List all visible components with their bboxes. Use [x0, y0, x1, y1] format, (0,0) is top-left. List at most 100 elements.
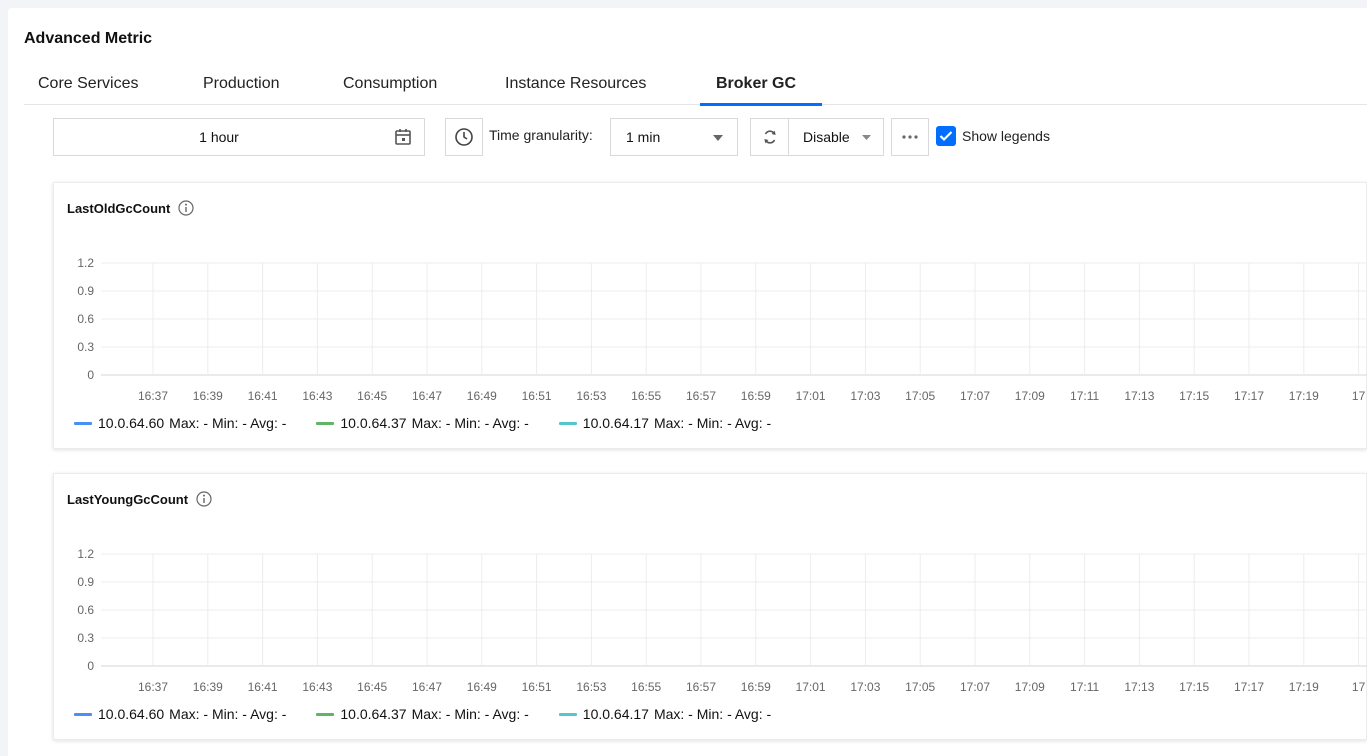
legend-swatch	[74, 712, 92, 716]
x-tick-label: 16:59	[741, 680, 771, 694]
time-granularity-toggle[interactable]	[445, 118, 483, 156]
x-tick-label: 16:51	[522, 680, 552, 694]
x-tick-label: 17:03	[850, 389, 880, 403]
show-legends-label[interactable]: Show legends	[962, 128, 1050, 144]
legend-item[interactable]: 10.0.64.17 Max: - Min: - Avg: -	[558, 706, 772, 722]
x-tick-label: 17:19	[1289, 680, 1319, 694]
legend-swatch	[558, 421, 577, 425]
x-tick-label: 16:49	[467, 680, 497, 694]
x-tick-label: 17	[1352, 680, 1366, 694]
x-tick-label: 17:11	[1070, 389, 1099, 403]
y-tick-label: 0.9	[77, 575, 94, 589]
x-tick-label: 16:55	[631, 389, 661, 403]
tab-production[interactable]: Production	[203, 75, 280, 93]
x-tick-label: 17:05	[905, 389, 935, 403]
chart-card-last-old-gc-count: LastOldGcCount 0 0.3 0.6 0.9 1.2 16:37 16:39 16…	[53, 182, 1367, 449]
more-horizontal-icon	[901, 135, 919, 139]
tab-instance-resources[interactable]: Instance Resources	[505, 75, 646, 93]
tab-core-services[interactable]: Core Services	[38, 75, 138, 93]
legend-series-stats: Max: - Min: - Avg: -	[169, 706, 287, 722]
x-tick-label: 16:53	[576, 680, 606, 694]
x-tick-label: 16:53	[576, 389, 606, 403]
x-tick-label: 16:51	[522, 389, 552, 403]
x-tick-label: 17	[1352, 389, 1366, 403]
legend-series-stats: Max: - Min: - Avg: -	[169, 415, 287, 431]
time-range-picker[interactable]: 1 hour	[53, 118, 425, 156]
time-granularity-select[interactable]: 1 min	[610, 118, 738, 156]
legend-series-stats: Max: - Min: - Avg: -	[411, 706, 529, 722]
legend-series-name: 10.0.64.17	[582, 415, 649, 431]
calendar-icon	[394, 128, 412, 146]
x-tick-label: 17:13	[1124, 389, 1154, 403]
x-tick-label: 16:39	[193, 680, 223, 694]
auto-refresh-control[interactable]: Disable	[750, 118, 884, 156]
legend-swatch	[74, 421, 92, 425]
legend-item[interactable]: 10.0.64.17 Max: - Min: - Avg: -	[558, 415, 772, 431]
tab-consumption[interactable]: Consumption	[343, 75, 437, 93]
x-tick-label: 16:49	[467, 389, 497, 403]
x-tick-label: 16:37	[138, 680, 168, 694]
x-tick-label: 16:47	[412, 680, 442, 694]
legend-series-name: 10.0.64.37	[340, 706, 407, 722]
x-tick-label: 16:57	[686, 680, 716, 694]
x-tick-label: 16:57	[686, 389, 716, 403]
x-tick-label: 17:15	[1179, 680, 1209, 694]
refresh-icon[interactable]	[751, 119, 789, 155]
y-tick-label: 0.3	[77, 631, 94, 645]
legend-series-stats: Max: - Min: - Avg: -	[653, 415, 772, 431]
y-tick-label: 0	[87, 368, 94, 382]
x-tick-label: 16:39	[193, 389, 223, 403]
page: Advanced Metric Core Services Production…	[8, 8, 1367, 756]
x-tick-label: 17:01	[796, 680, 826, 694]
page-title: Advanced Metric	[24, 30, 153, 47]
legend-item[interactable]: 10.0.64.37 Max: - Min: - Avg: -	[316, 706, 529, 722]
chart-card-last-young-gc-count: LastYoungGcCount 0 0.3 0.6 0.9 1.2 16:37 16:39…	[53, 473, 1367, 740]
legend-series-name: 10.0.64.17	[582, 706, 649, 722]
tab-broker-gc[interactable]: Broker GC	[716, 75, 796, 93]
time-range-value: 1 hour	[199, 129, 239, 145]
x-tick-label: 17:17	[1234, 389, 1264, 403]
auto-refresh-value: Disable	[803, 129, 850, 145]
x-tick-label: 17:07	[960, 680, 990, 694]
x-tick-label: 16:41	[248, 680, 278, 694]
legend-series-name: 10.0.64.37	[340, 415, 407, 431]
legend-swatch	[558, 712, 577, 716]
x-tick-label: 17:03	[850, 680, 880, 694]
x-tick-label: 17:09	[1015, 680, 1045, 694]
x-tick-label: 16:55	[631, 680, 661, 694]
clock-icon	[454, 127, 474, 147]
legend-series-stats: Max: - Min: - Avg: -	[411, 415, 529, 431]
x-tick-label: 17:11	[1070, 680, 1099, 694]
tab-bar: Core Services Production Consumption Ins…	[24, 71, 1367, 106]
legend-series-stats: Max: - Min: - Avg: -	[653, 706, 772, 722]
x-tick-label: 16:45	[357, 389, 387, 403]
y-tick-label: 1.2	[77, 256, 94, 270]
legend-swatch	[316, 712, 335, 716]
active-tab-indicator	[700, 103, 822, 106]
chevron-down-icon	[862, 135, 871, 140]
legend-item[interactable]: 10.0.64.60 Max: - Min: - Avg: -	[74, 415, 286, 431]
x-tick-label: 17:13	[1124, 680, 1154, 694]
x-tick-label: 17:15	[1179, 389, 1209, 403]
time-granularity-label: Time granularity:	[489, 127, 593, 143]
y-tick-label: 1.2	[77, 547, 94, 561]
x-tick-label: 16:41	[248, 389, 278, 403]
legend-item[interactable]: 10.0.64.37 Max: - Min: - Avg: -	[316, 415, 529, 431]
time-granularity-value: 1 min	[626, 129, 661, 145]
legend-item[interactable]: 10.0.64.60 Max: - Min: - Avg: -	[74, 706, 286, 722]
y-tick-label: 0.9	[77, 284, 94, 298]
y-tick-label: 0	[87, 659, 94, 673]
x-tick-label: 17:07	[960, 389, 990, 403]
chart-legend: 10.0.64.60 Max: - Min: - Avg: - 10.0.64.…	[74, 706, 801, 722]
legend-series-name: 10.0.64.60	[98, 706, 165, 722]
x-tick-label: 17:01	[796, 389, 826, 403]
toolbar: 1 hour Time granularity: 1 min Disable S…	[8, 118, 1367, 158]
x-tick-label: 16:43	[302, 389, 332, 403]
x-tick-label: 17:09	[1015, 389, 1045, 403]
x-tick-label: 17:05	[905, 680, 935, 694]
show-legends-checkbox[interactable]	[936, 126, 956, 146]
x-tick-label: 16:37	[138, 389, 168, 403]
x-tick-label: 16:43	[302, 680, 332, 694]
more-options-button[interactable]	[891, 118, 929, 156]
y-tick-label: 0.6	[77, 312, 94, 326]
